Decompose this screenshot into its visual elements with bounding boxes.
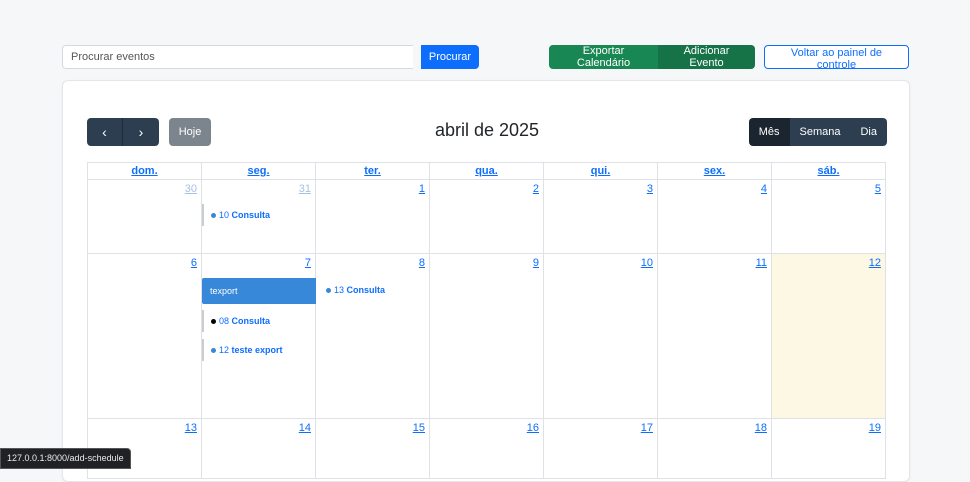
day-number[interactable]: 18 (755, 422, 767, 434)
calendar-toolbar: ‹ › Hoje abril de 2025 Mês Semana Dia (87, 118, 887, 146)
weekday-header[interactable]: sáb. (772, 163, 886, 180)
day-number[interactable]: 3 (647, 183, 653, 195)
day-cell[interactable]: 30 (88, 180, 202, 254)
day-cell[interactable]: 6 (88, 254, 202, 419)
day-cell[interactable]: 2 (430, 180, 544, 254)
day-cell[interactable]: 9 (430, 254, 544, 419)
day-number[interactable]: 31 (299, 183, 311, 195)
day-view-button[interactable]: Dia (850, 118, 887, 146)
view-button-group: Mês Semana Dia (748, 118, 887, 146)
day-cell[interactable]: 11 (658, 254, 772, 419)
day-number[interactable]: 30 (185, 183, 197, 195)
weekday-header[interactable]: seg. (202, 163, 316, 180)
day-number[interactable]: 2 (533, 183, 539, 195)
weekday-header-row: dom. seg. ter. qua. qui. sex. sáb. (88, 163, 886, 180)
day-number[interactable]: 4 (761, 183, 767, 195)
export-calendar-button[interactable]: Exportar Calendário (549, 45, 658, 69)
day-number[interactable]: 6 (191, 257, 197, 269)
week-row: 13 14 15 16 17 18 19 (88, 419, 886, 479)
week-view-button[interactable]: Semana (789, 118, 851, 146)
event-time: 13 (334, 285, 345, 295)
day-cell[interactable]: 8 13 Consulta (316, 254, 430, 419)
day-cell[interactable]: 15 (316, 419, 430, 479)
weekday-header[interactable]: qui. (544, 163, 658, 180)
week-row: 30 31 10 Consulta 1 2 3 4 5 (88, 180, 886, 254)
day-cell[interactable]: 31 10 Consulta (202, 180, 316, 254)
action-button-group: Exportar Calendário Adicionar Evento (549, 45, 755, 69)
day-cell[interactable]: 7 texport 08 Consulta 12 teste export (202, 254, 316, 419)
day-cell[interactable]: 10 (544, 254, 658, 419)
calendar-event[interactable]: 08 Consulta (202, 310, 270, 332)
day-cell-today[interactable]: 12 (772, 254, 886, 419)
day-cell[interactable]: 16 (430, 419, 544, 479)
day-cell[interactable]: 5 (772, 180, 886, 254)
day-number[interactable]: 14 (299, 422, 311, 434)
event-title: texport (210, 286, 238, 296)
event-time: 10 (219, 210, 230, 220)
day-number[interactable]: 12 (869, 257, 881, 269)
day-number[interactable]: 8 (419, 257, 425, 269)
calendar-event[interactable]: 13 Consulta (326, 285, 385, 295)
month-grid: dom. seg. ter. qua. qui. sex. sáb. 30 31… (87, 162, 886, 479)
day-number[interactable]: 11 (756, 257, 767, 269)
day-cell[interactable]: 3 (544, 180, 658, 254)
event-title: Consulta (231, 210, 271, 220)
weekday-header[interactable]: ter. (316, 163, 430, 180)
week-row: 6 7 texport 08 Consulta 12 teste export … (88, 254, 886, 419)
day-number[interactable]: 19 (869, 422, 881, 434)
weekday-header[interactable]: sex. (658, 163, 772, 180)
calendar-card: ‹ › Hoje abril de 2025 Mês Semana Dia do… (62, 80, 910, 482)
calendar-event-block[interactable]: texport (202, 278, 316, 304)
event-time: 08 (219, 316, 230, 326)
day-cell[interactable]: 4 (658, 180, 772, 254)
browser-status-url: 127.0.0.1:8000/add-schedule (0, 448, 131, 469)
event-time: 12 (219, 345, 230, 355)
event-title: Consulta (231, 316, 271, 326)
event-title: teste export (231, 345, 283, 355)
day-number[interactable]: 5 (875, 183, 881, 195)
day-cell[interactable]: 17 (544, 419, 658, 479)
day-number[interactable]: 7 (305, 257, 311, 269)
weekday-header[interactable]: qua. (430, 163, 544, 180)
search-input[interactable] (62, 45, 413, 69)
day-cell[interactable]: 1 (316, 180, 430, 254)
day-number[interactable]: 13 (185, 422, 197, 434)
day-number[interactable]: 17 (641, 422, 653, 434)
search-button[interactable]: Procurar (421, 45, 479, 69)
month-view-button[interactable]: Mês (748, 118, 790, 146)
event-dot-icon (211, 213, 216, 219)
event-dot-icon (326, 288, 331, 294)
day-number[interactable]: 15 (413, 422, 425, 434)
top-bar: Procurar Exportar Calendário Adicionar E… (62, 45, 909, 71)
event-title: Consulta (346, 285, 386, 295)
add-event-button[interactable]: Adicionar Evento (658, 45, 755, 69)
event-dot-icon (211, 348, 216, 354)
day-number[interactable]: 10 (641, 257, 653, 269)
day-cell[interactable]: 14 (202, 419, 316, 479)
day-number[interactable]: 16 (527, 422, 539, 434)
event-dot-icon (211, 319, 216, 325)
calendar-event[interactable]: 12 teste export (202, 339, 283, 361)
day-cell[interactable]: 19 (772, 419, 886, 479)
calendar-event[interactable]: 10 Consulta (202, 204, 270, 226)
weekday-header[interactable]: dom. (88, 163, 202, 180)
day-number[interactable]: 9 (533, 257, 539, 269)
day-number[interactable]: 1 (419, 183, 425, 195)
back-to-dashboard-button[interactable]: Voltar ao painel de controle (764, 45, 909, 71)
day-cell[interactable]: 18 (658, 419, 772, 479)
